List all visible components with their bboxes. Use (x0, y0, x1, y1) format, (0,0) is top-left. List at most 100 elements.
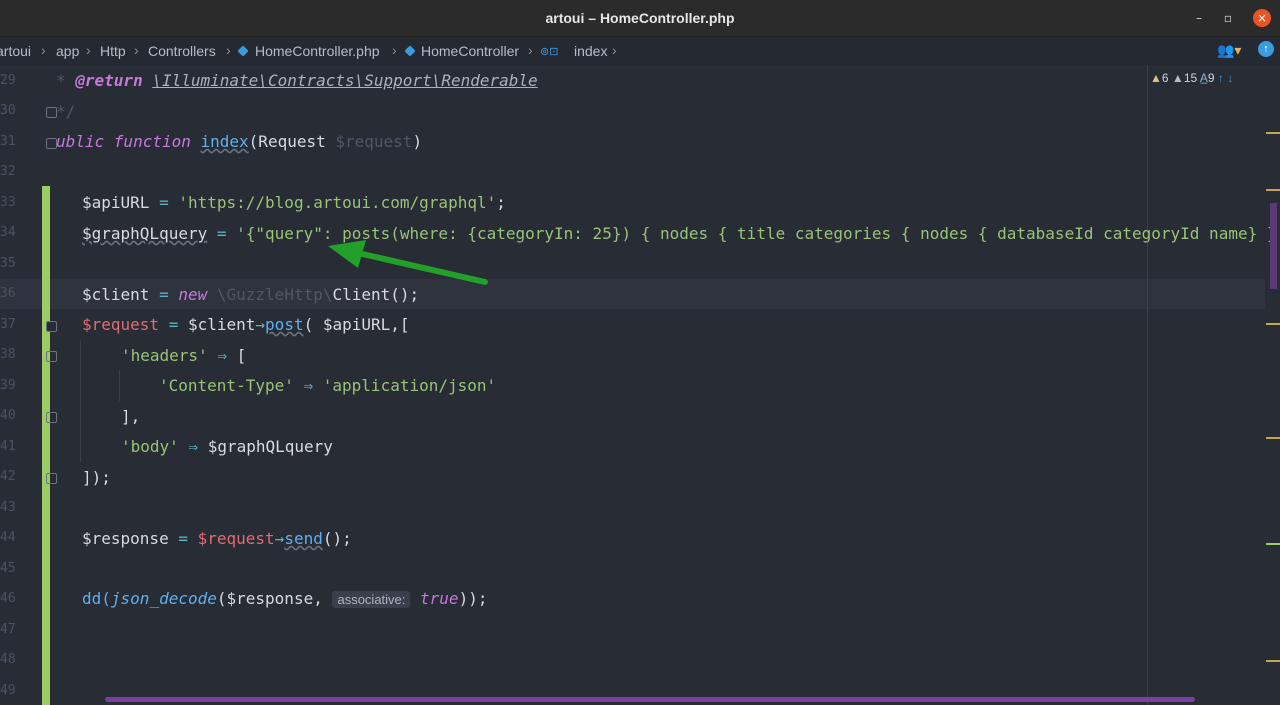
line-number: 32 (0, 164, 16, 179)
line-number: 29 (0, 73, 16, 88)
operator: ⇒ (207, 346, 237, 365)
operator: ⇒ (293, 376, 323, 395)
chevron-right-icon: › (612, 42, 617, 58)
typo-icon: A̲ (1199, 71, 1208, 85)
code-text: ; (496, 193, 506, 212)
close-icon[interactable]: × (1253, 9, 1271, 27)
line-number: 47 (0, 622, 16, 637)
keyword: ublic function (56, 132, 191, 151)
variable: $apiURL (82, 193, 150, 212)
arrow-annotation (328, 240, 488, 285)
breadcrumb-project[interactable]: artoui (0, 43, 31, 59)
users-icon[interactable]: 👥▾ (1217, 42, 1241, 59)
operator: → (255, 315, 266, 334)
code-line: ]); (82, 468, 111, 487)
operator: → (274, 529, 285, 548)
error-stripe-mark (1266, 132, 1280, 134)
line-number: 40 (0, 408, 16, 423)
code-text: [ (236, 346, 247, 365)
variable: $request (197, 529, 275, 548)
breadcrumb-file[interactable]: HomeController.php (255, 43, 380, 59)
line-number: 49 (0, 683, 16, 698)
variable: $client (82, 285, 150, 304)
code-text: ) (412, 132, 423, 151)
line-number: 39 (0, 378, 16, 393)
window-titlebar: artoui – HomeController.php – ▫ × (0, 0, 1280, 37)
restore-icon[interactable]: ▫ (1219, 9, 1237, 27)
breadcrumb-controllers[interactable]: Controllers (148, 43, 216, 59)
string-literal: 'https://blog.artoui.com/graphql' (178, 193, 497, 212)
line-number: 46 (0, 591, 16, 606)
line-number: 38 (0, 347, 16, 362)
previous-highlight-icon[interactable]: ↑ (1218, 71, 1224, 85)
inspection-widget[interactable]: ▲6 ▲15 A̲9 ↑ ↓ (1150, 71, 1233, 85)
operator: = (149, 193, 179, 212)
update-icon[interactable]: ↑ (1258, 41, 1274, 57)
line-number: 30 (0, 103, 16, 118)
php-file-icon (237, 45, 249, 57)
error-stripe-mark (1266, 660, 1280, 662)
minimize-icon[interactable]: – (1190, 9, 1208, 27)
variable: $graphQLquery (82, 224, 208, 243)
warning-count: 6 (1161, 71, 1169, 85)
operator: ⇒ (178, 437, 208, 456)
error-stripe-mark (1266, 437, 1280, 439)
string-literal: 'Content-Type' (159, 376, 294, 395)
error-stripe-mark (1266, 323, 1280, 325)
next-highlight-icon[interactable]: ↓ (1227, 71, 1233, 85)
method-icon: ⊚⊡ (540, 46, 559, 58)
breadcrumb-method[interactable]: index (574, 43, 607, 59)
horizontal-scrollbar[interactable] (105, 697, 1195, 702)
code-editor[interactable]: 29 30 31 32 33 34 35 36 37 38 39 40 41 4… (0, 65, 1280, 705)
fold-icon[interactable] (46, 473, 57, 484)
line-number: 34 (0, 225, 16, 240)
code-text: ( $apiURL,[ (303, 315, 410, 334)
code-line: $apiURL = 'https://blog.artoui.com/graph… (82, 193, 506, 212)
window-title: artoui – HomeController.php (545, 10, 735, 26)
code-line: 'headers' ⇒ [ (121, 346, 246, 365)
method-call: send (284, 529, 323, 548)
code-text: (Request (248, 132, 336, 151)
warning-icon: ▲ (1150, 71, 1162, 85)
doc-end: */ (56, 102, 76, 121)
operator: = (207, 224, 237, 243)
code-text: ]); (82, 468, 111, 487)
line-number: 33 (0, 195, 16, 210)
typo-count: 9 (1207, 71, 1215, 85)
indent-guide (80, 340, 81, 462)
boolean-literal: true (420, 589, 459, 608)
string-literal: 'application/json' (322, 376, 497, 395)
breadcrumb-class[interactable]: HomeController (421, 43, 519, 59)
code-text: )); (458, 589, 488, 608)
function-call: json_decode (110, 589, 217, 608)
line-number: 45 (0, 561, 16, 576)
error-stripe-mark (1266, 189, 1280, 191)
code-line: 'Content-Type' ⇒ 'application/json' (159, 376, 496, 395)
parameter-hint: associative: (332, 591, 411, 608)
indent-guide (119, 370, 120, 401)
doc-type: \Illuminate\Contracts\Support\Renderable (152, 71, 538, 90)
fold-icon[interactable] (46, 321, 57, 332)
param-name: $request (335, 132, 413, 151)
fold-icon[interactable] (46, 412, 57, 423)
fold-icon[interactable] (46, 351, 57, 362)
weak-warning-icon: ▲ (1171, 71, 1184, 85)
class-icon (404, 45, 416, 57)
variable: $response (82, 529, 169, 548)
error-stripe-mark (1266, 543, 1280, 545)
code-line: ], (121, 407, 140, 426)
chevron-right-icon: › (528, 42, 533, 58)
breadcrumb-app[interactable]: app (56, 43, 79, 59)
line-number: 37 (0, 317, 16, 332)
code-line: $request = $client→post( $apiURL,[ (82, 315, 410, 334)
scroll-thumb[interactable] (1270, 203, 1277, 289)
code-line: * @return \Illuminate\Contracts\Support\… (56, 71, 538, 90)
variable: $client (187, 315, 256, 334)
line-number: 36 (0, 286, 16, 301)
operator: = (168, 529, 198, 548)
line-number: 44 (0, 530, 16, 545)
breadcrumb-http[interactable]: Http (100, 43, 126, 59)
code-text: ], (121, 407, 141, 426)
chevron-right-icon: › (392, 42, 397, 58)
operator: = (149, 285, 179, 304)
